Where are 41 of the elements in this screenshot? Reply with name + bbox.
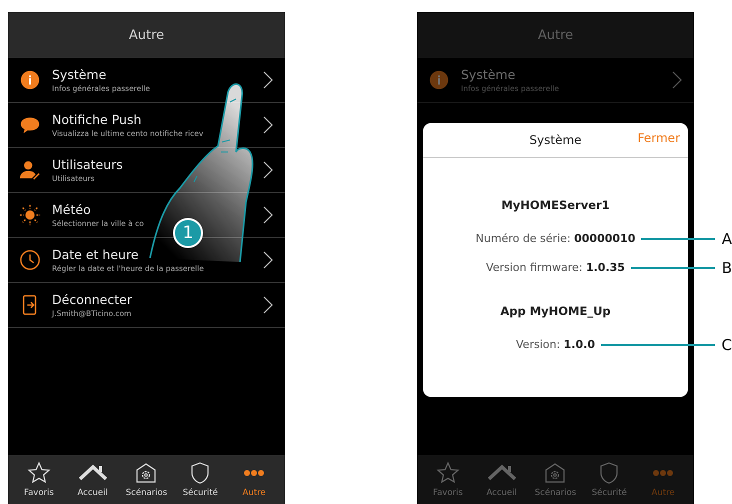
more-dots-icon bbox=[243, 470, 266, 476]
sun-icon bbox=[19, 204, 41, 226]
callout-letter: B bbox=[722, 258, 732, 276]
menu-item-title: Système bbox=[52, 67, 108, 82]
tab[interactable]: Sécurité bbox=[174, 461, 226, 498]
info-icon bbox=[19, 69, 41, 91]
chevron-icon bbox=[263, 206, 273, 224]
callout-letter: A bbox=[722, 230, 732, 248]
clock-icon bbox=[19, 249, 41, 271]
chevron-icon bbox=[263, 296, 273, 314]
callout-letter: C bbox=[722, 336, 732, 354]
tab[interactable]: Scénarios bbox=[120, 461, 172, 498]
user-pencil-icon bbox=[19, 159, 41, 181]
chevron-icon bbox=[263, 251, 273, 269]
tab[interactable]: Autre bbox=[228, 461, 280, 498]
tab[interactable]: Favoris bbox=[12, 461, 65, 498]
more-dots-icon bbox=[652, 470, 674, 476]
info-line: Numéro de série: 00000010 bbox=[476, 232, 636, 245]
menu-item-title: Date et heure bbox=[52, 247, 140, 262]
menu-item-title: Déconnecter bbox=[52, 292, 133, 307]
header-title: Autre bbox=[128, 28, 164, 42]
chevron-icon bbox=[263, 71, 273, 89]
info-line: Version firmware: 1.0.35 bbox=[486, 261, 625, 274]
star-icon bbox=[436, 461, 460, 485]
menu-item-title: Système bbox=[461, 67, 516, 82]
tab[interactable]: Accueil bbox=[66, 461, 119, 498]
info-icon bbox=[428, 69, 450, 91]
house-gear-icon bbox=[134, 461, 158, 485]
star-icon bbox=[26, 461, 51, 485]
chevron-icon bbox=[263, 161, 273, 179]
device-name: MyHOMEServer1 bbox=[501, 198, 610, 212]
menu-item-title: Utilisateurs bbox=[52, 157, 124, 172]
menu-item-title: Notifiche Push bbox=[52, 112, 142, 127]
header-title: Autre bbox=[538, 28, 574, 42]
dialog-title: Système bbox=[529, 133, 582, 147]
house-gear-icon bbox=[543, 461, 568, 485]
chevron-icon bbox=[263, 116, 273, 134]
chevron-icon bbox=[672, 71, 682, 89]
menu-item-title: Météo bbox=[52, 202, 92, 217]
app-name: App MyHOME_Up bbox=[500, 304, 611, 318]
info-line: Version: 1.0.0 bbox=[516, 338, 595, 351]
